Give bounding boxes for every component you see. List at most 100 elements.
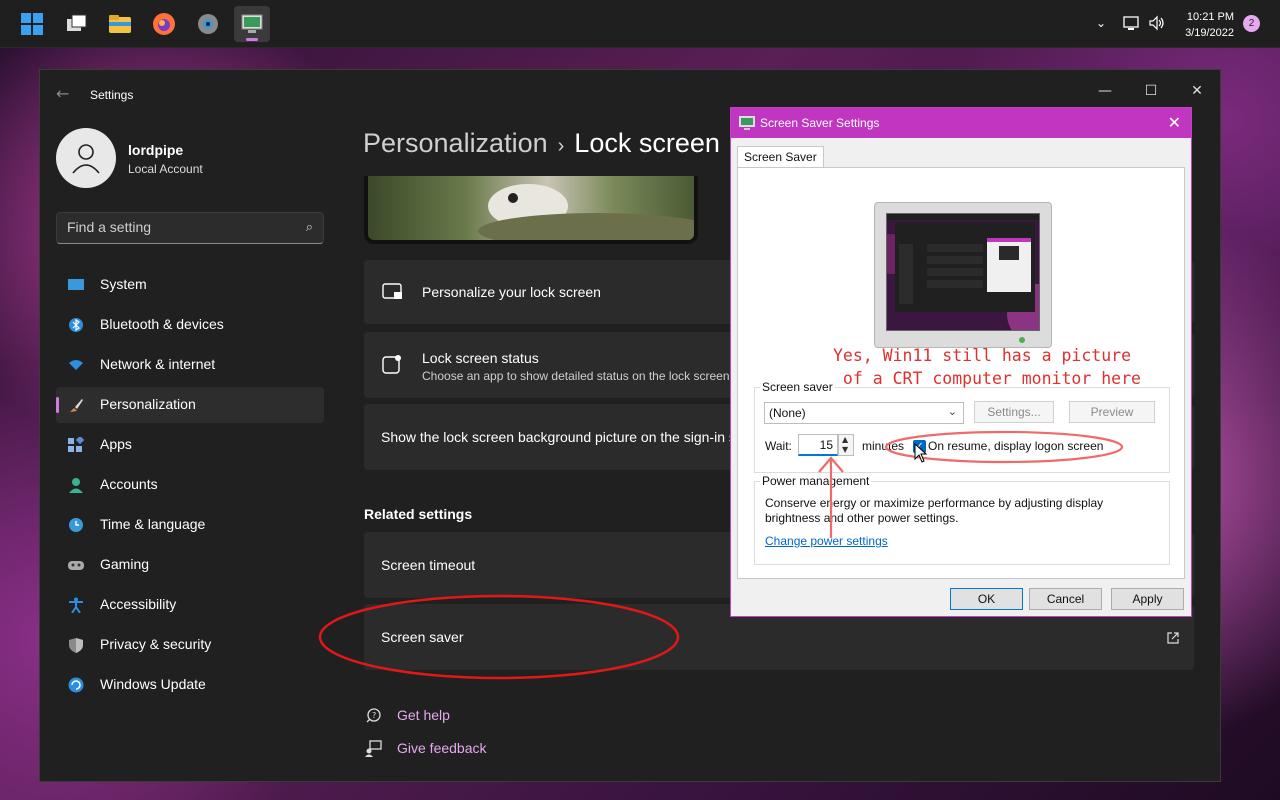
mouse-cursor-icon — [914, 443, 928, 463]
task-view-button[interactable] — [58, 6, 94, 42]
sidebar-item-label: Personalization — [100, 396, 196, 412]
link-label: Get help — [397, 707, 450, 723]
spin-up-icon[interactable]: ▲ — [842, 435, 848, 444]
screen-saver-select[interactable]: (None) ⌄ — [764, 402, 964, 424]
sidebar-item-label: Privacy & security — [100, 636, 212, 652]
sidebar-item-label: Windows Update — [100, 676, 206, 692]
accounts-icon — [69, 478, 83, 493]
breadcrumb-separator: › — [557, 135, 565, 157]
sidebar-item-label: Time & language — [100, 516, 206, 532]
notification-badge[interactable]: 2 — [1243, 15, 1260, 32]
maximize-button[interactable]: ☐ — [1128, 76, 1174, 106]
bluetooth-icon — [69, 318, 83, 332]
screen-saver-taskbar-button[interactable] — [234, 6, 270, 42]
monitor-icon — [739, 116, 755, 130]
chevron-up-icon[interactable]: ⌄ — [1096, 16, 1106, 30]
link-label: Give feedback — [397, 740, 487, 756]
update-icon — [68, 677, 84, 693]
related-settings-heading: Related settings — [364, 506, 473, 522]
settings-taskbar-button[interactable] — [190, 6, 226, 42]
taskbar: ⌄ 10:21 PM 3/19/2022 2 — [0, 0, 1280, 48]
sidebar-item-bluetooth[interactable]: Bluetooth & devices — [56, 307, 324, 343]
folder-icon — [109, 15, 131, 33]
screen-saver-highlight-ellipse — [318, 594, 680, 680]
sidebar-item-gaming[interactable]: Gaming — [56, 547, 324, 583]
spin-down-icon[interactable]: ▼ — [842, 445, 848, 454]
time-icon — [69, 518, 83, 532]
wait-spinner[interactable]: ▲ ▼ — [838, 434, 854, 456]
file-explorer-button[interactable] — [102, 6, 138, 42]
cancel-button[interactable]: Cancel — [1029, 588, 1102, 610]
sidebar-item-privacy[interactable]: Privacy & security — [56, 627, 324, 663]
wifi-icon — [69, 360, 83, 370]
dialog-titlebar[interactable]: Screen Saver Settings ✕ — [731, 108, 1191, 138]
back-arrow-icon[interactable]: ← — [56, 84, 69, 103]
close-button[interactable]: ✕ — [1174, 76, 1220, 106]
accessibility-icon — [69, 597, 83, 613]
sidebar-item-accessibility[interactable]: Accessibility — [56, 587, 324, 623]
annotation-text: Yes, Win11 still has a picture of a CRT … — [833, 344, 1141, 390]
search-placeholder: Find a setting — [67, 219, 152, 235]
sidebar-item-label: Gaming — [100, 556, 150, 572]
monitor-icon — [241, 14, 263, 33]
sidebar-item-label: Network & internet — [100, 356, 216, 372]
gaming-icon — [68, 561, 84, 570]
dialog-title: Screen Saver Settings — [760, 116, 880, 130]
user-name: lordpipe — [128, 142, 184, 158]
power-description-line-2: brightness and other power settings. — [765, 511, 959, 525]
dialog-close-button[interactable]: ✕ — [1168, 113, 1181, 132]
search-icon[interactable]: ⌕ — [306, 219, 313, 235]
active-indicator — [246, 38, 258, 41]
settings-button[interactable]: Settings... — [974, 401, 1054, 423]
help-icon: ? — [366, 708, 381, 723]
external-link-icon — [1167, 632, 1179, 644]
gear-icon — [198, 14, 218, 34]
annotation-line-1: Yes, Win11 still has a picture — [833, 346, 1132, 365]
apply-button[interactable]: Apply — [1111, 588, 1184, 610]
sidebar-item-personalization[interactable]: Personalization — [56, 387, 324, 423]
chevron-down-icon: ⌄ — [947, 406, 957, 418]
card-subtitle: Choose an app to show detailed status on… — [422, 369, 730, 383]
sidebar-item-accounts[interactable]: Accounts — [56, 467, 324, 503]
sidebar-item-system[interactable]: System — [56, 267, 324, 303]
monitor-screen — [871, 213, 1067, 344]
windows-logo-icon — [21, 13, 43, 35]
card-title: Screen timeout — [381, 557, 476, 573]
firefox-button[interactable] — [146, 6, 182, 42]
clock-time: 10:21 PM — [1186, 11, 1234, 23]
ok-button[interactable]: OK — [950, 588, 1023, 610]
status-icon — [382, 355, 401, 374]
start-button[interactable] — [14, 6, 50, 42]
annotation-line-2: of a CRT computer monitor here — [833, 369, 1141, 388]
sidebar-item-time-language[interactable]: Time & language — [56, 507, 324, 543]
sidebar-item-label: Accessibility — [100, 596, 177, 612]
power-led — [1019, 337, 1025, 343]
lock-screen-preview — [364, 176, 698, 244]
monitor-screen-content — [871, 214, 1067, 344]
wait-minutes-input[interactable]: 15 — [798, 434, 838, 456]
search-input[interactable]: Find a setting ⌕ — [56, 212, 324, 244]
firefox-icon — [153, 13, 175, 35]
wait-label: Wait: — [765, 439, 792, 453]
task-view-icon — [67, 14, 87, 31]
minimize-button[interactable]: — — [1082, 76, 1128, 106]
user-icon — [72, 144, 100, 174]
sidebar-item-label: System — [100, 276, 147, 292]
selection-indicator — [56, 397, 59, 413]
preview-button[interactable]: Preview — [1069, 401, 1155, 423]
avatar[interactable] — [56, 128, 116, 188]
tab-screen-saver[interactable]: Screen Saver — [737, 146, 824, 168]
sidebar-item-label: Apps — [100, 436, 132, 452]
selected-screen-saver: (None) — [769, 406, 806, 420]
clock-date: 3/19/2022 — [1185, 27, 1234, 39]
sidebar-item-apps[interactable]: Apps — [56, 427, 324, 463]
window-title: Settings — [90, 88, 134, 102]
breadcrumb-parent[interactable]: Personalization — [363, 128, 548, 158]
system-icon — [68, 279, 84, 290]
card-title: Personalize your lock screen — [422, 284, 601, 300]
network-icon[interactable] — [1123, 15, 1141, 31]
sidebar-item-windows-update[interactable]: Windows Update — [56, 667, 324, 703]
sidebar-item-network[interactable]: Network & internet — [56, 347, 324, 383]
clock[interactable]: 10:21 PM 3/19/2022 — [1164, 9, 1234, 41]
page-title: Lock screen — [574, 128, 720, 158]
